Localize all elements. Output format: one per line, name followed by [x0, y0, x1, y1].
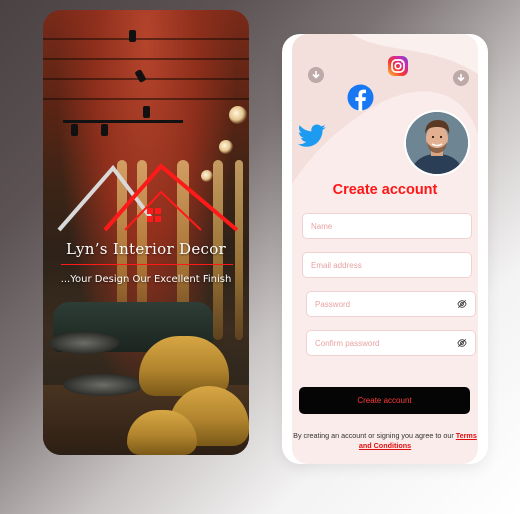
- brand-underline: [61, 264, 233, 265]
- chevron-down-icon[interactable]: [453, 70, 469, 86]
- password-input[interactable]: [315, 299, 457, 309]
- brand-name: Lyn’s Interior Decor: [66, 240, 226, 258]
- confirm-password-field-wrapper: [306, 330, 476, 356]
- facebook-icon[interactable]: [347, 84, 374, 111]
- spotlight: [129, 30, 136, 42]
- spotlight: [101, 124, 108, 136]
- brand-tagline: ...Your Design Our Excellent Finish: [60, 274, 232, 285]
- ceiling-slat: [43, 38, 249, 40]
- terms-prefix: By creating an account or signing you ag…: [293, 431, 454, 440]
- email-input[interactable]: [311, 260, 463, 270]
- name-field-wrapper: [302, 213, 472, 239]
- spotlight: [134, 69, 147, 83]
- spotlight: [71, 124, 78, 136]
- password-field-wrapper: [306, 291, 476, 317]
- pendant-lamp: [219, 140, 233, 154]
- track-rail: [63, 120, 183, 123]
- eye-off-icon[interactable]: [457, 338, 467, 348]
- ceiling-slat: [43, 98, 249, 100]
- name-input[interactable]: [311, 221, 463, 231]
- twitter-icon[interactable]: [298, 124, 326, 148]
- email-field-wrapper: [302, 252, 472, 278]
- instagram-icon[interactable]: [387, 55, 409, 77]
- ceiling-slat: [43, 58, 249, 60]
- eye-off-icon[interactable]: [457, 299, 467, 309]
- signup-screen: Create account Create account: [282, 34, 488, 464]
- coffee-table: [63, 374, 143, 396]
- signup-card: Create account Create account: [292, 34, 478, 464]
- spotlight: [143, 106, 150, 118]
- create-account-button[interactable]: Create account: [299, 387, 470, 414]
- chevron-down-icon[interactable]: [308, 67, 324, 83]
- page-title: Create account: [332, 182, 438, 198]
- side-table: [49, 332, 119, 354]
- house-logo-icon: [57, 163, 239, 232]
- confirm-password-input[interactable]: [315, 338, 457, 348]
- terms-text: By creating an account or signing you ag…: [292, 431, 478, 451]
- pendant-lamp: [229, 106, 247, 124]
- splash-screen: Lyn’s Interior Decor ...Your Design Our …: [43, 10, 249, 455]
- avatar[interactable]: [406, 112, 468, 174]
